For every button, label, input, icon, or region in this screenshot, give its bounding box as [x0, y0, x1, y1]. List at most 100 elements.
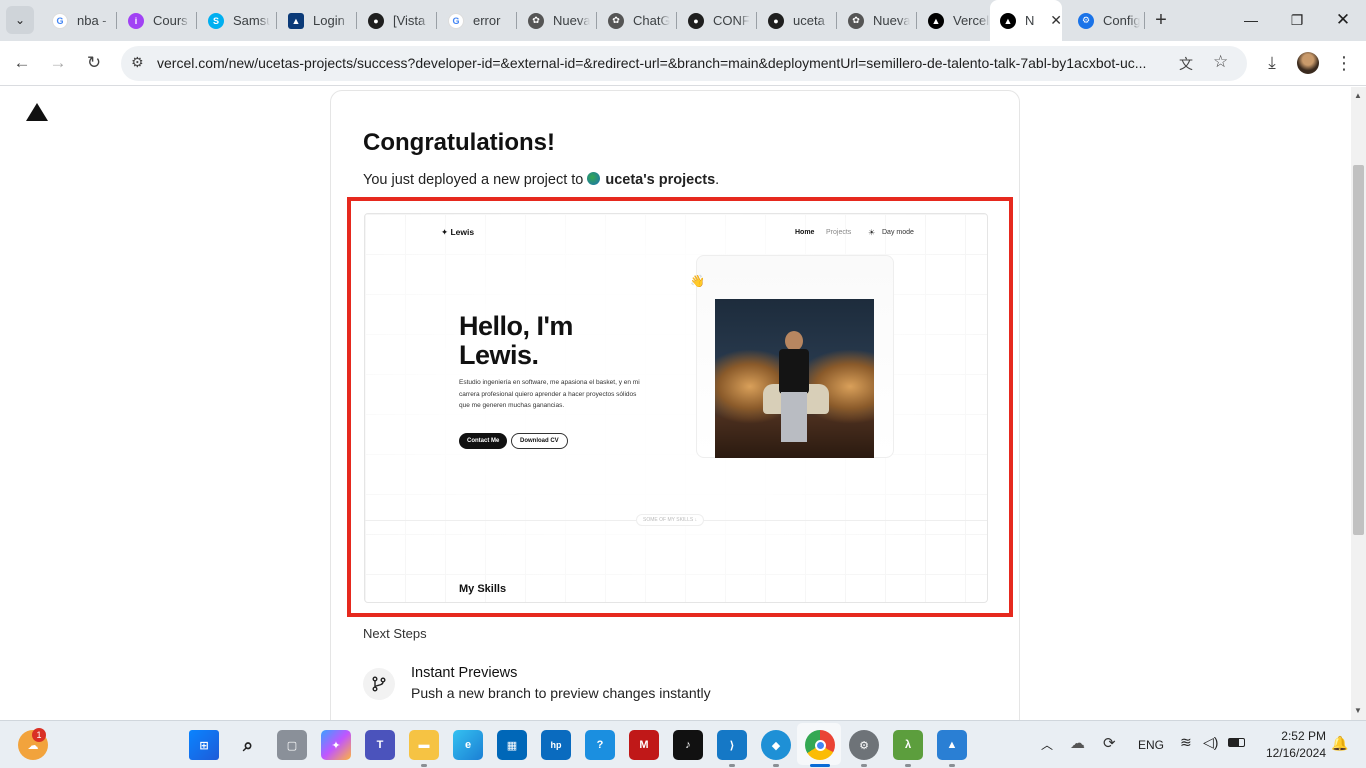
tab-item[interactable]: ✿ ChatG [598, 7, 670, 34]
step-title[interactable]: Instant Previews [411, 665, 517, 681]
step-description: Push a new branch to preview changes ins… [411, 685, 711, 701]
course-icon: i [128, 12, 144, 29]
vercel-logo-icon[interactable] [26, 103, 48, 121]
edge-icon[interactable]: e [453, 730, 483, 760]
tab-item[interactable]: ▲ Login [278, 7, 350, 34]
close-tab-icon[interactable]: ✕ [1050, 12, 1062, 29]
store-icon[interactable]: ▦ [497, 730, 527, 760]
new-tab-button[interactable]: + [1147, 6, 1175, 34]
tab-item[interactable]: ● uceta [758, 7, 830, 34]
search-icon[interactable]: ⌕ [233, 730, 263, 760]
start-icon[interactable]: ⊞ [189, 730, 219, 760]
github-icon: ● [768, 12, 784, 29]
url-text[interactable]: vercel.com/new/ucetas-projects/success?d… [157, 55, 1167, 71]
google-icon: G [448, 12, 464, 29]
teams-icon[interactable]: T [365, 730, 395, 760]
chrome-icon[interactable] [805, 730, 835, 760]
tab-item[interactable]: ● [Vista [358, 7, 430, 34]
tab-title: Samsu [233, 13, 270, 28]
window-close-icon[interactable]: ✕ [1320, 0, 1366, 40]
translate-icon[interactable]: 文 [1179, 54, 1193, 74]
tab-title: Login [313, 13, 345, 28]
task-view-icon[interactable]: ▢ [277, 730, 307, 760]
preview-nav-daymode: Day mode [882, 229, 914, 236]
volume-icon[interactable]: ◁) [1203, 734, 1218, 751]
tab-item[interactable]: i Cours [118, 7, 190, 34]
tab-title: ChatG [633, 13, 670, 28]
tab-item-active[interactable]: ▲ N ✕ [990, 0, 1062, 41]
github-icon: ● [368, 12, 384, 29]
github-icon: ● [688, 12, 704, 29]
tab-title: Config [1103, 13, 1140, 28]
clock-time[interactable]: 2:52 PM [1256, 729, 1326, 743]
preview-bio-2: carrera profesional quiero aprender a ha… [459, 391, 637, 398]
tab-item[interactable]: ✿ Nueva [518, 7, 590, 34]
tab-item[interactable]: ● CONF [678, 7, 750, 34]
onedrive-icon[interactable]: ☁ [1070, 734, 1085, 752]
notification-badge: 1 [32, 728, 46, 742]
tab-item[interactable]: ⚙ Config [1068, 7, 1140, 34]
app-icon[interactable]: ◆ [761, 730, 791, 760]
file-explorer-icon[interactable]: ▬ [409, 730, 439, 760]
tab-title: Vercel [953, 13, 990, 28]
team-name-link[interactable]: uceta's projects [605, 172, 715, 188]
photos-icon[interactable]: ▲ [937, 730, 967, 760]
openai-icon: ✿ [608, 12, 624, 29]
page-scrollbar[interactable]: ▲ ▼ [1351, 87, 1366, 720]
preview-brand: ✦ Lewis [441, 227, 475, 237]
tab-item[interactable]: ✿ Nueva [838, 7, 910, 34]
tab-item[interactable]: S Samsu [198, 7, 270, 34]
git-branch-icon [363, 668, 395, 700]
scroll-up-icon[interactable]: ▲ [1354, 91, 1362, 100]
tab-title: Nueva [553, 13, 590, 28]
tab-item[interactable]: Gnba - [42, 7, 112, 34]
back-arrow-icon[interactable]: ← [8, 49, 36, 77]
myhp-icon[interactable]: hp [541, 730, 571, 760]
deployment-card: Congratulations! You just deployed a new… [330, 90, 1020, 720]
address-bar[interactable]: ⚙ vercel.com/new/ucetas-projects/success… [121, 46, 1247, 81]
more-menu-icon[interactable]: ⋮ [1330, 49, 1358, 77]
vercel-icon: ▲ [928, 12, 944, 29]
minimize-icon[interactable]: — [1228, 0, 1274, 40]
preview-bio-1: Estudio ingeniería en software, me apasi… [459, 379, 640, 386]
page-content: Congratulations! You just deployed a new… [0, 87, 1351, 720]
copilot-icon[interactable]: ✦ [321, 730, 351, 760]
tab-item[interactable]: ▲ Vercel [918, 7, 990, 34]
preview-contact-button: Contact Me [459, 433, 508, 449]
restore-icon[interactable]: ❐ [1274, 0, 1320, 40]
wifi-icon[interactable]: ≋ [1180, 734, 1192, 751]
help-icon[interactable]: ? [585, 730, 615, 760]
openai-icon: ✿ [528, 12, 544, 29]
bookmark-star-icon[interactable]: ☆ [1213, 52, 1228, 72]
profile-photo [715, 299, 874, 458]
preview-skills-heading: My Skills [459, 583, 507, 595]
team-avatar-icon [587, 172, 601, 185]
language-indicator[interactable]: ENG [1138, 738, 1164, 752]
tiktok-icon[interactable]: ♪ [673, 730, 703, 760]
reload-icon[interactable]: ↻ [80, 49, 108, 77]
tab-item[interactable]: Gerror [438, 7, 510, 34]
tab-title: error [473, 13, 501, 28]
show-hidden-icons-icon[interactable]: ︿ [1041, 736, 1053, 753]
download-icon[interactable]: ⤓ [1258, 49, 1286, 77]
tab-title: Nueva [873, 13, 910, 28]
tab-title: N [1025, 13, 1035, 28]
google-icon: G [52, 12, 68, 29]
site-info-icon[interactable]: ⚙ [131, 54, 144, 71]
app-lambda-icon[interactable]: λ [893, 730, 923, 760]
forward-arrow-icon[interactable]: → [44, 49, 72, 77]
scrollbar-thumb[interactable] [1353, 165, 1364, 535]
scroll-down-icon[interactable]: ▼ [1354, 706, 1362, 715]
deployment-preview[interactable]: ✦ Lewis Home Projects ☀ Day mode 👋 Hello… [364, 213, 988, 603]
preview-skills-pill: SOME OF MY SKILLS ↓ [636, 514, 705, 526]
vscode-icon[interactable]: ⟩ [717, 730, 747, 760]
notification-bell-icon[interactable]: 🔔 [1331, 735, 1348, 752]
battery-icon[interactable] [1228, 738, 1245, 747]
settings-gear-icon[interactable]: ⚙ [849, 730, 879, 760]
clock-date[interactable]: 12/16/2024 [1256, 746, 1326, 760]
mcafee-icon[interactable]: M [629, 730, 659, 760]
tab-search-button[interactable]: ⌄ [6, 6, 34, 34]
avatar[interactable] [1294, 49, 1322, 77]
settings-icon: ⚙ [1078, 12, 1094, 29]
sync-icon[interactable]: ⟳ [1103, 734, 1116, 752]
